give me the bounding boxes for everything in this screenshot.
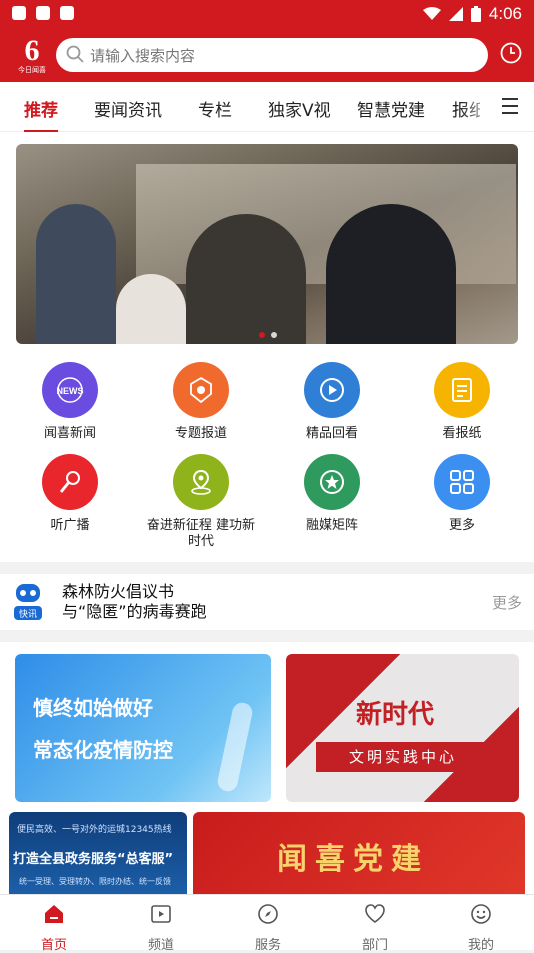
shortcut-radio[interactable]: 听广播 <box>15 454 125 534</box>
logo-caption: 今日闻喜 <box>18 66 46 74</box>
flash-news-bar[interactable]: 快讯 森林防火倡议书 与“隐匿”的病毒赛跑 更多 <box>0 574 534 630</box>
shortcut-label: 奋进新征程 建功新时代 <box>146 518 256 549</box>
shortcut-label: 精品回看 <box>305 426 358 441</box>
card-title: 新时代 <box>356 700 435 730</box>
tab-column[interactable]: 专栏 <box>198 96 232 121</box>
mail-icon <box>36 6 50 20</box>
shortcut-media-matrix[interactable]: 融媒矩阵 <box>277 454 387 534</box>
compass-icon <box>258 904 278 924</box>
banner-photo-person <box>186 214 306 344</box>
wifi-icon <box>422 7 441 20</box>
test-tube-illustration <box>215 700 255 794</box>
shortcut-newspaper[interactable]: 看报纸 <box>407 362 517 442</box>
status-time: 4:06 <box>488 4 522 23</box>
feature-cards: 慎终如始做好 常态化疫情防控 新时代 文明实践中心 便民高效、一号对外的运城12… <box>0 642 534 894</box>
card-title: 打造全县政务服务“总客服” <box>13 852 174 867</box>
banner-carousel[interactable] <box>16 144 518 344</box>
carousel-dot-active[interactable] <box>259 332 265 338</box>
shortcut-label: 更多 <box>448 518 475 533</box>
shortcut-replay[interactable]: 精品回看 <box>277 362 387 442</box>
home-icon <box>45 905 63 923</box>
nav-mine[interactable]: 我的 <box>451 903 511 953</box>
star-icon <box>304 454 360 510</box>
app-logo[interactable]: 6 今日闻喜 <box>14 36 50 76</box>
grid-icon <box>434 454 490 510</box>
banner-photo-person <box>326 204 456 344</box>
card-caption: 便民高效、一号对外的运城12345热线 <box>17 825 172 835</box>
logo-number: 6 <box>24 34 40 67</box>
notification-icon <box>12 6 26 20</box>
replay-icon <box>304 362 360 418</box>
shortcut-label: 专题报道 <box>174 426 227 441</box>
card-title: 慎终如始做好 <box>33 696 153 720</box>
app-notify-icon <box>60 6 74 20</box>
main-content: NEWS 闻喜新闻 专题报道 精品回看 看报纸 听广播 奋进新征程 建功新时代 … <box>0 132 534 562</box>
app-header: 4:06 6 今日闻喜 请输入搜索内容 <box>0 0 534 82</box>
shortcut-more[interactable]: 更多 <box>407 454 517 534</box>
card-civilization-center[interactable]: 新时代 文明实践中心 <box>286 654 519 802</box>
flash-headlines[interactable]: 森林防火倡议书 与“隐匿”的病毒赛跑 <box>62 582 207 622</box>
shortcut-wenxi-news[interactable]: NEWS 闻喜新闻 <box>15 362 125 442</box>
badge-icon <box>173 362 229 418</box>
flash-headline[interactable]: 森林防火倡议书 <box>62 582 207 602</box>
location-icon <box>173 454 229 510</box>
shortcut-special-report[interactable]: 专题报道 <box>146 362 256 442</box>
microphone-icon <box>42 454 98 510</box>
tab-news[interactable]: 要闻资讯 <box>94 96 162 121</box>
nav-label: 频道 <box>147 938 174 953</box>
flash-headline[interactable]: 与“隐匿”的病毒赛跑 <box>62 602 207 622</box>
bottom-navigation: 首页 频道 服务 部门 我的 <box>0 894 534 953</box>
flash-more-link[interactable]: 更多 <box>492 592 522 613</box>
news-icon: NEWS <box>42 362 98 418</box>
banner-photo-person <box>116 274 186 344</box>
smile-icon <box>471 904 491 924</box>
tab-recommend[interactable]: 推荐 <box>24 96 58 133</box>
nav-label: 部门 <box>361 938 388 953</box>
search-icon <box>66 45 84 63</box>
shortcut-label: 闻喜新闻 <box>43 426 96 441</box>
channel-tabs: 推荐 要闻资讯 专栏 独家V视 智慧党建 报纸 <box>0 82 534 133</box>
nav-label: 服务 <box>254 938 281 953</box>
svg-text:NEWS: NEWS <box>57 386 84 396</box>
card-party-building[interactable]: 闻喜党建 <box>193 812 525 894</box>
card-epidemic-control[interactable]: 慎终如始做好 常态化疫情防控 <box>15 654 271 802</box>
signal-icon <box>448 7 463 21</box>
nav-department[interactable]: 部门 <box>345 903 405 953</box>
tab-exclusive-video[interactable]: 独家V视 <box>268 96 331 121</box>
shortcut-label: 融媒矩阵 <box>305 518 358 533</box>
carousel-dot[interactable] <box>271 332 277 338</box>
search-placeholder: 请输入搜索内容 <box>90 47 196 65</box>
card-subtitle: 文明实践中心 <box>316 742 490 772</box>
shortcut-label: 听广播 <box>50 518 90 533</box>
search-bar[interactable]: 请输入搜索内容 <box>56 38 488 72</box>
nav-label: 我的 <box>467 938 494 953</box>
heart-icon <box>365 904 385 923</box>
card-title: 常态化疫情防控 <box>33 738 173 762</box>
newspaper-icon <box>434 362 490 418</box>
carousel-indicator <box>259 332 277 338</box>
svg-text:快讯: 快讯 <box>19 608 37 620</box>
play-icon <box>151 905 171 923</box>
nav-service[interactable]: 服务 <box>238 903 298 953</box>
card-caption: 统一受理、受理转办、限时办结、统一反馈 <box>19 877 171 886</box>
card-title: 闻喜党建 <box>277 842 429 877</box>
battery-icon <box>470 6 481 22</box>
robot-icon: 快讯 <box>14 584 42 620</box>
status-bar: 4:06 <box>0 0 534 28</box>
shortcut-label: 看报纸 <box>442 426 482 441</box>
nav-home[interactable]: 首页 <box>24 903 84 953</box>
tab-smart-party[interactable]: 智慧党建 <box>357 96 425 121</box>
history-clock-icon[interactable] <box>500 42 522 64</box>
menu-icon[interactable] <box>502 98 522 114</box>
nav-channel[interactable]: 频道 <box>131 903 191 953</box>
tabs-fade <box>460 82 500 130</box>
card-government-hotline[interactable]: 便民高效、一号对外的运城12345热线 打造全县政务服务“总客服” 统一受理、受… <box>9 812 187 894</box>
shortcut-new-journey[interactable]: 奋进新征程 建功新时代 <box>146 454 256 550</box>
nav-label: 首页 <box>40 938 67 953</box>
banner-photo-person <box>36 204 116 344</box>
